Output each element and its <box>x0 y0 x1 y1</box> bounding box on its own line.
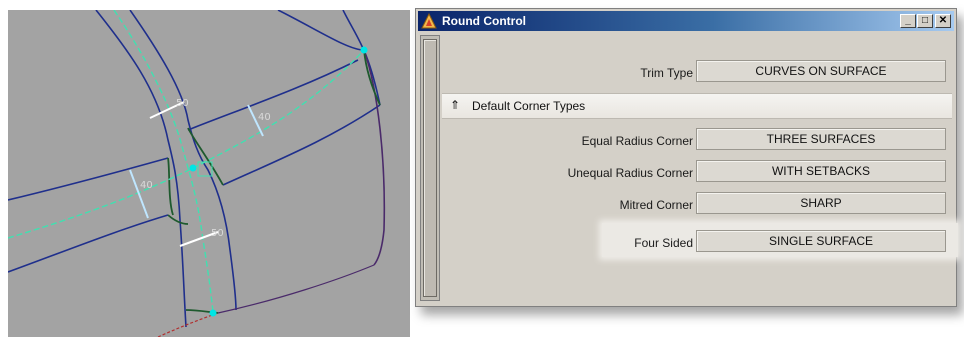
window-title: Round Control <box>442 14 526 28</box>
default-corner-types-header[interactable]: ⇑ Default Corner Types <box>442 93 952 119</box>
dialog-content: Trim Type CURVES ON SURFACE ⇑ Default Co… <box>442 35 958 302</box>
title-bar[interactable]: Round Control _ □ ✕ <box>418 11 954 31</box>
mitred-corner-button[interactable]: SHARP <box>696 192 946 214</box>
app-logo-icon <box>421 13 437 29</box>
equal-radius-corner-label: Equal Radius Corner <box>581 134 693 148</box>
svg-text:50: 50 <box>211 228 224 239</box>
scrollbar-thumb[interactable] <box>423 39 437 297</box>
unequal-radius-corner-label: Unequal Radius Corner <box>567 166 693 180</box>
four-sided-label: Four Sided <box>634 236 693 250</box>
close-button[interactable]: ✕ <box>935 14 951 28</box>
minimize-button[interactable]: _ <box>900 14 916 28</box>
trim-type-button[interactable]: CURVES ON SURFACE <box>696 60 946 82</box>
section-title: Default Corner Types <box>472 99 586 113</box>
model-viewport[interactable]: 50 50 40 40 <box>8 10 410 337</box>
svg-text:40: 40 <box>140 180 153 191</box>
four-sided-button[interactable]: SINGLE SURFACE <box>696 230 946 252</box>
mitred-corner-label: Mitred Corner <box>619 198 693 212</box>
vertical-scrollbar[interactable] <box>420 35 440 301</box>
svg-text:50: 50 <box>176 98 189 109</box>
svg-text:40: 40 <box>258 112 271 123</box>
surface-model-graphic: 50 50 40 40 <box>8 10 386 337</box>
round-control-dialog: Round Control _ □ ✕ Trim Type CURVES ON … <box>415 8 958 307</box>
collapse-arrow-icon[interactable]: ⇑ <box>450 98 462 112</box>
unequal-radius-corner-button[interactable]: WITH SETBACKS <box>696 160 946 182</box>
equal-radius-corner-button[interactable]: THREE SURFACES <box>696 128 946 150</box>
maximize-button[interactable]: □ <box>917 14 933 28</box>
trim-type-label: Trim Type <box>640 66 693 80</box>
